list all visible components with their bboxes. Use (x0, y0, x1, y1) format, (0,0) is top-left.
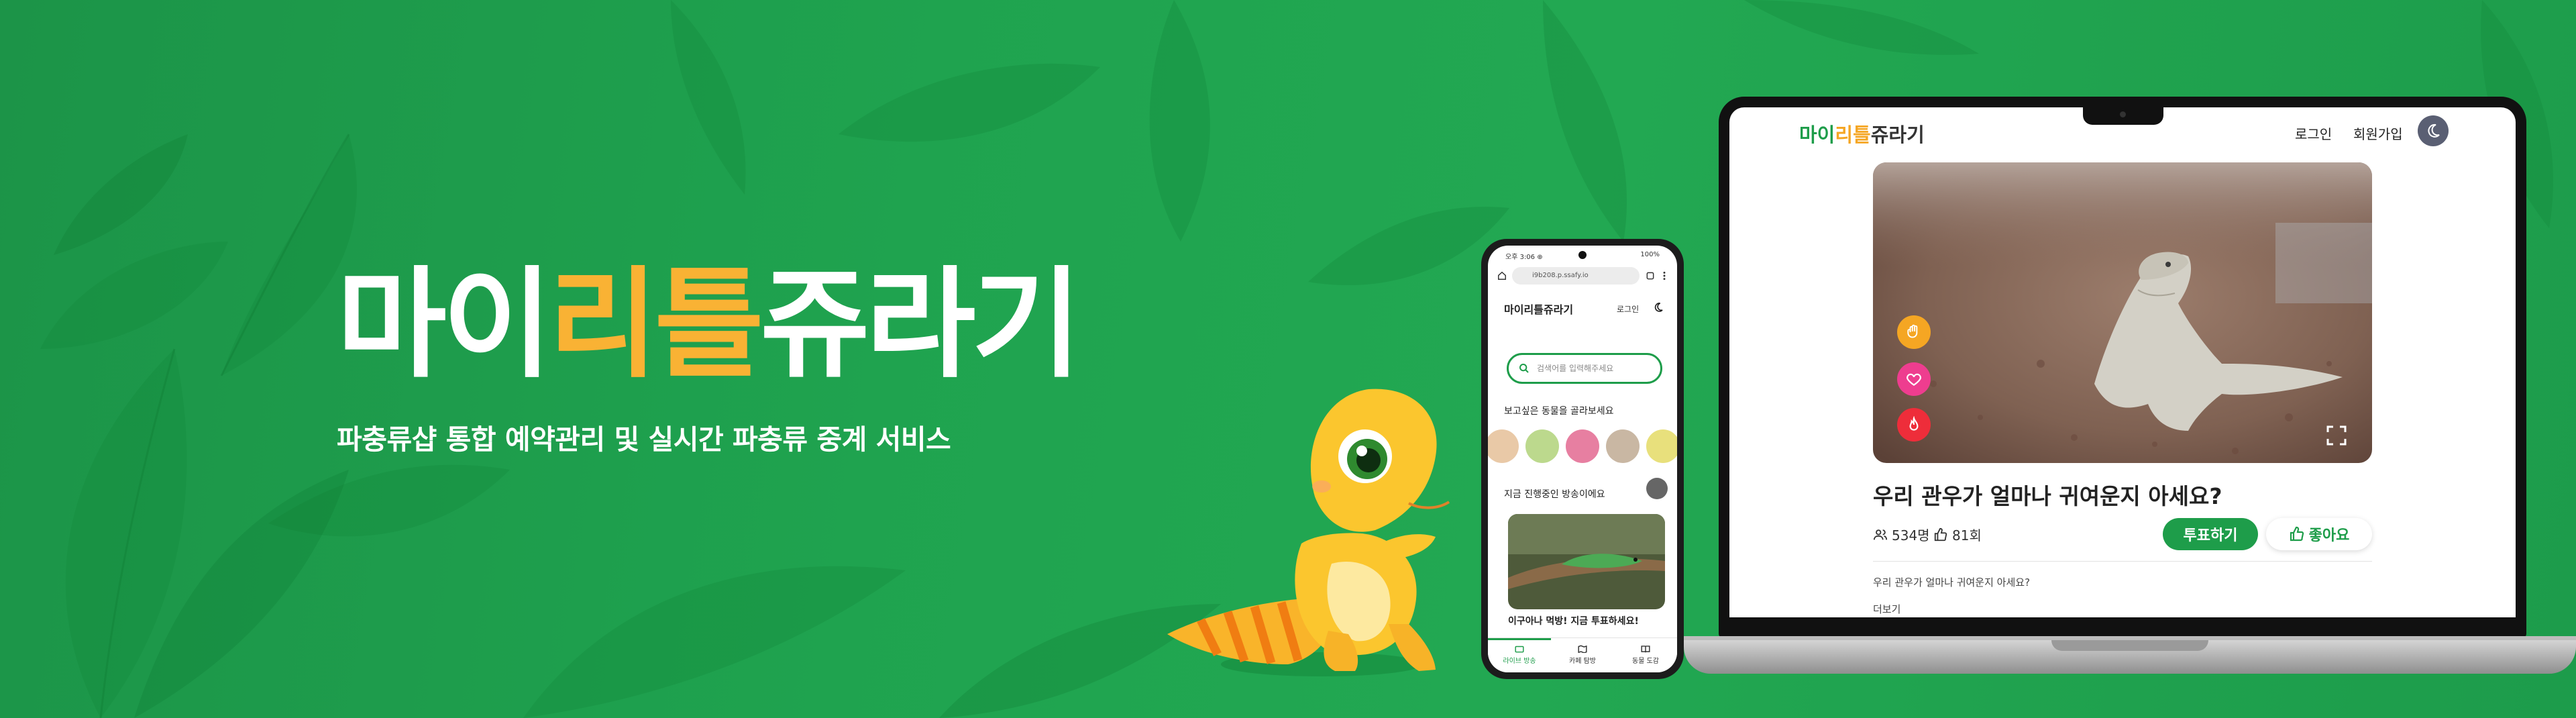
fire-reaction-button[interactable] (1897, 408, 1931, 442)
home-icon[interactable] (1497, 271, 1507, 280)
phone-status-time: 오후 3:06 ⊕ (1505, 254, 1543, 261)
site-logo[interactable]: 마이리틀쥬라기 (1799, 119, 1925, 148)
hero-title-part2: 리틀 (548, 255, 765, 394)
post-title: 우리 관우가 얼마나 귀여운지 아세요? (1873, 483, 2222, 509)
live-stream-thumbnail (1508, 514, 1665, 609)
phone-status-bar: 오후 3:06 ⊕ 100% (1488, 246, 1677, 264)
live-stream-card[interactable] (1508, 514, 1665, 609)
phone-url-field[interactable]: i9b208.p.ssafy.io (1512, 267, 1640, 285)
like-button-label: 좋아요 (2308, 527, 2350, 544)
animal-chip[interactable] (1646, 429, 1677, 463)
like-count: 81회 (1933, 525, 1982, 544)
hero-text: 마이리틀쥬라기 파충류샵 통합 예약관리 및 실시간 파충류 중계 서비스 (337, 265, 1081, 457)
phone-site-logo[interactable]: 마이리틀쥬라기 (1504, 301, 1573, 317)
hero-title-part3: 쥬라기 (760, 255, 1081, 394)
like-button[interactable]: 좋아요 (2266, 518, 2372, 550)
laptop-groove (2051, 640, 2208, 651)
hand-icon (1907, 324, 1918, 338)
fullscreen-icon (2326, 425, 2347, 446)
tv-icon (1515, 646, 1524, 653)
post-divider (1873, 561, 2372, 562)
animal-chip[interactable] (1488, 429, 1519, 463)
nav-item-dex[interactable]: 동물 도감 (1614, 645, 1677, 665)
lizard-video-frame (1873, 162, 2372, 463)
thumbs-up-icon (1934, 527, 1947, 541)
live-video-player[interactable] (1873, 162, 2372, 463)
animal-chip[interactable] (1525, 429, 1559, 463)
moon-icon[interactable] (1653, 302, 1664, 313)
phone-search-input[interactable]: 검색어를 입력해주세요 (1507, 353, 1662, 384)
dinosaur-mascot (1167, 389, 1450, 676)
thumbs-up-icon (2290, 526, 2304, 542)
laptop-screen: 마이리틀쥬라기 로그인 회원가입 우리 관우가 얼마나 귀여운지 아세요? 53… (1729, 107, 2516, 617)
live-card-title: 이구아나 먹방! 지금 투표하세요! (1508, 616, 1639, 627)
nav-item-cafe[interactable]: 카페 탐방 (1551, 645, 1614, 665)
more-vertical-icon[interactable] (1661, 271, 1668, 280)
nav-active-indicator (1488, 638, 1551, 640)
heart-icon (1907, 373, 1921, 386)
nav-item-dex-label: 동물 도감 (1632, 658, 1659, 665)
vote-button[interactable]: 투표하기 (2163, 518, 2258, 550)
nav-item-live[interactable]: 라이브 방송 (1488, 645, 1551, 665)
moon-icon (2428, 123, 2440, 138)
live-heading: 지금 진행중인 방송이에요 (1504, 489, 1605, 500)
phone-browser-bar: i9b208.p.ssafy.io (1497, 267, 1668, 285)
hero-title: 마이리틀쥬라기 (337, 265, 1081, 384)
viewer-count-value: 534명 (1892, 527, 1930, 544)
site-logo-part2: 리틀 (1835, 123, 1871, 146)
live-toggle[interactable] (1646, 478, 1668, 499)
animal-chip[interactable] (1606, 429, 1640, 463)
map-icon (1578, 645, 1587, 653)
nav-item-cafe-label: 카페 탐방 (1569, 658, 1596, 665)
phone-screen: 오후 3:06 ⊕ 100% i9b208.p.ssafy.io 마이리틀쥬라기… (1488, 246, 1677, 672)
book-icon (1641, 646, 1650, 653)
nav-item-live-label: 라이브 방송 (1503, 658, 1536, 665)
animal-chip[interactable] (1566, 429, 1599, 463)
fire-icon (1909, 416, 1919, 431)
hero-subtitle: 파충류샵 통합 예약관리 및 실시간 파충류 중계 서비스 (337, 423, 951, 456)
theme-toggle-button[interactable] (2418, 115, 2449, 146)
animals-heading: 보고싶은 동물을 골라보세요 (1504, 406, 1614, 417)
phone-bottom-nav: 라이브 방송 카페 탐방 동물 도감 (1488, 637, 1677, 672)
fullscreen-button[interactable] (2325, 424, 2348, 447)
site-logo-part3: 쥬라기 (1870, 123, 1925, 146)
phone-camera (1578, 251, 1587, 259)
phone-status-battery: 100% (1640, 251, 1660, 258)
viewer-count: 534명 (1873, 525, 1930, 544)
post-description: 우리 관우가 얼마나 귀여운지 아세요? (1873, 576, 2031, 588)
heart-reaction-button[interactable] (1897, 362, 1931, 396)
tabs-icon[interactable] (1646, 271, 1655, 280)
laptop-notch (2083, 105, 2163, 125)
hand-reaction-button[interactable] (1897, 315, 1931, 349)
more-link[interactable]: 더보기 (1873, 602, 1900, 616)
users-icon (1873, 529, 1888, 540)
login-link[interactable]: 로그인 (2295, 123, 2332, 143)
phone-login-link[interactable]: 로그인 (1617, 303, 1639, 315)
signup-link[interactable]: 회원가입 (2353, 123, 2403, 143)
hero-title-part1: 마이 (337, 255, 553, 394)
like-count-value: 81회 (1952, 527, 1982, 544)
site-logo-part1: 마이 (1799, 123, 1835, 146)
search-icon (1519, 364, 1529, 373)
